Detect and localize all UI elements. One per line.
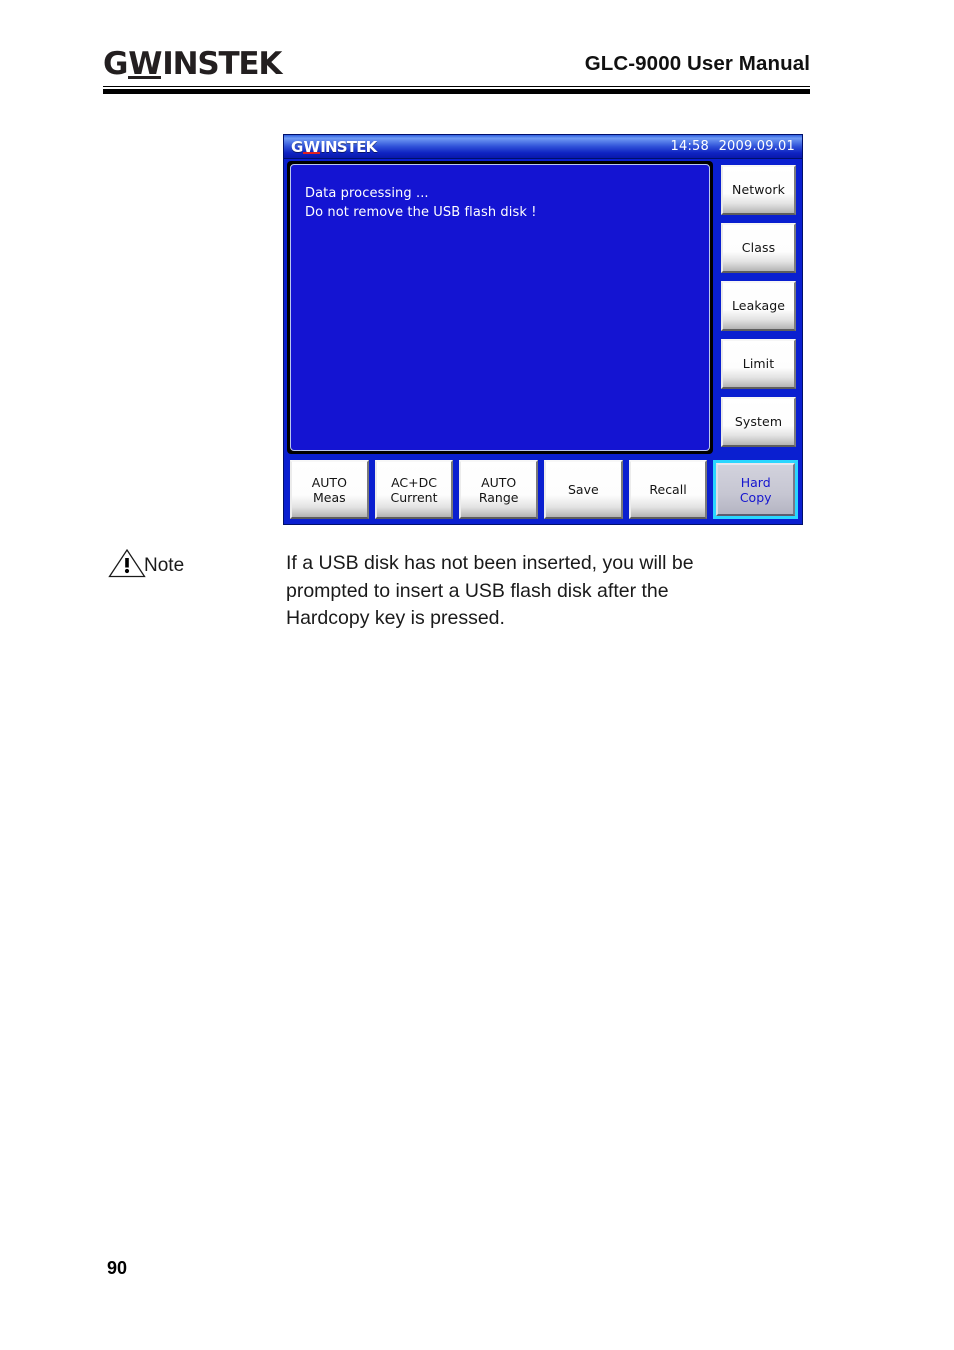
function-key-hard-copy-line2: Copy xyxy=(739,489,772,505)
softkey-slot-leakage: Leakage xyxy=(717,277,799,335)
softkey-class[interactable]: Class xyxy=(721,223,796,273)
note-label: Note xyxy=(144,555,185,576)
note-text: If a USB disk has not been inserted, you… xyxy=(286,550,756,633)
softkey-column: Network Class Leakage Limit System xyxy=(717,161,799,454)
screen-logo-letter-w: W xyxy=(302,138,320,156)
instrument-screen: GWINSTEK 14:58 2009.09.01 Data processin… xyxy=(283,134,803,525)
softkey-network[interactable]: Network xyxy=(721,165,796,215)
manual-title: GLC-9000 User Manual xyxy=(584,52,810,75)
softkey-slot-network: Network xyxy=(717,161,799,219)
function-key-slot-hard-copy: Hard Copy xyxy=(713,460,799,519)
function-key-auto-meas-line1: AUTO xyxy=(311,474,347,490)
softkey-leakage[interactable]: Leakage xyxy=(721,281,796,331)
note-text-line-3: Hardcopy key is pressed. xyxy=(286,607,505,629)
function-key-recall[interactable]: Recall xyxy=(628,460,708,519)
function-key-save-label: Save xyxy=(568,482,599,497)
function-key-slot-acdc-current: AC+DC Current xyxy=(372,460,457,519)
function-key-auto-range[interactable]: AUTO Range xyxy=(459,460,539,519)
screen-logo-letter-g: G xyxy=(291,138,303,156)
function-key-acdc-current-line1: AC+DC xyxy=(391,474,437,490)
function-key-slot-auto-range: AUTO Range xyxy=(456,460,541,519)
logo-letter-w: W xyxy=(128,46,162,82)
function-key-auto-range-line1: AUTO xyxy=(481,474,517,490)
note-text-line-2: prompted to insert a USB flash disk afte… xyxy=(286,579,669,602)
function-key-recall-label: Recall xyxy=(649,482,687,497)
softkey-slot-class: Class xyxy=(717,219,799,277)
function-key-auto-meas[interactable]: AUTO Meas xyxy=(290,460,369,519)
softkey-system[interactable]: System xyxy=(721,397,796,447)
screen-logo-word-instek: INSTEK xyxy=(320,138,377,156)
function-key-save[interactable]: Save xyxy=(544,460,623,519)
message-line-2: Do not remove the USB flash disk ! xyxy=(305,205,537,220)
function-key-acdc-current-line2: Current xyxy=(390,489,438,505)
softkey-slot-limit: Limit xyxy=(717,335,799,393)
main-display-pane: Data processing ... Do not remove the US… xyxy=(287,161,713,454)
function-key-slot-save: Save xyxy=(541,460,626,519)
function-key-hard-copy-line1: Hard xyxy=(740,474,771,490)
logo-letter-g: G xyxy=(103,46,128,82)
header-rule-thin xyxy=(103,86,810,87)
function-key-slot-recall: Recall xyxy=(626,460,711,519)
function-key-row: AUTO Meas AC+DC Current AUTO Range Save … xyxy=(284,456,802,524)
logo-word-instek: INSTEK xyxy=(162,46,282,82)
screen-gwinstek-logo: GWINSTEK xyxy=(291,138,377,156)
gwinstek-logo: GWINSTEK xyxy=(103,46,282,82)
screen-titlebar: GWINSTEK 14:58 2009.09.01 xyxy=(284,135,802,159)
page-header: GWINSTEK GLC-9000 User Manual xyxy=(103,44,810,92)
screen-body: Data processing ... Do not remove the US… xyxy=(284,159,802,457)
warning-triangle-icon xyxy=(108,548,146,578)
note-text-line-1: If a USB disk has not been inserted, you… xyxy=(286,552,694,574)
header-rule-thick xyxy=(103,89,810,94)
message-area: Data processing ... Do not remove the US… xyxy=(290,164,710,451)
function-key-hard-copy[interactable]: Hard Copy xyxy=(716,463,796,516)
function-key-slot-auto-meas: AUTO Meas xyxy=(287,460,372,519)
function-key-acdc-current[interactable]: AC+DC Current xyxy=(374,460,454,519)
screen-time: 14:58 xyxy=(670,139,709,154)
note-label-group: Note xyxy=(108,548,184,578)
page-number: 90 xyxy=(107,1258,128,1278)
function-key-auto-meas-line2: Meas xyxy=(313,489,346,505)
message-line-1: Data processing ... xyxy=(305,186,429,201)
function-key-auto-range-line2: Range xyxy=(478,489,519,505)
softkey-slot-system: System xyxy=(717,393,799,451)
softkey-limit[interactable]: Limit xyxy=(721,339,796,389)
screen-date: 2009.09.01 xyxy=(718,139,795,154)
